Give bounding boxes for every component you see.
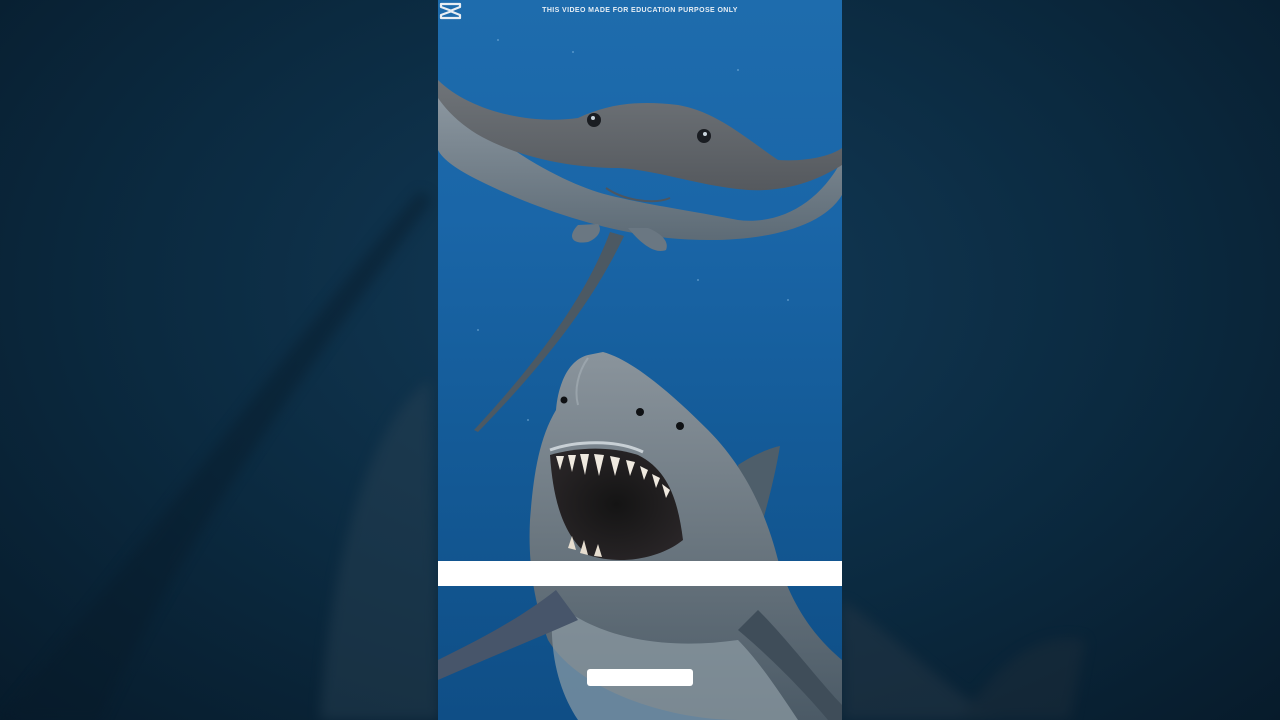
video-player[interactable]: THIS VIDEO MADE FOR EDUCATION PURPOSE ON…: [0, 0, 1280, 720]
capcut-logo-icon: [439, 2, 462, 20]
white-overlay-bar: [438, 561, 842, 586]
stingray-eye-left: [587, 113, 601, 127]
video-caption: THIS VIDEO MADE FOR EDUCATION PURPOSE ON…: [542, 7, 738, 14]
underwater-scene: [438, 39, 842, 720]
white-overlay-pill: [587, 669, 693, 686]
shark-eye-left: [560, 396, 568, 404]
shark-eye-right-2: [676, 422, 684, 430]
shark-eye-right: [636, 408, 644, 416]
video-frame: THIS VIDEO MADE FOR EDUCATION PURPOSE ON…: [438, 0, 842, 720]
stingray-eye-right: [697, 129, 711, 143]
